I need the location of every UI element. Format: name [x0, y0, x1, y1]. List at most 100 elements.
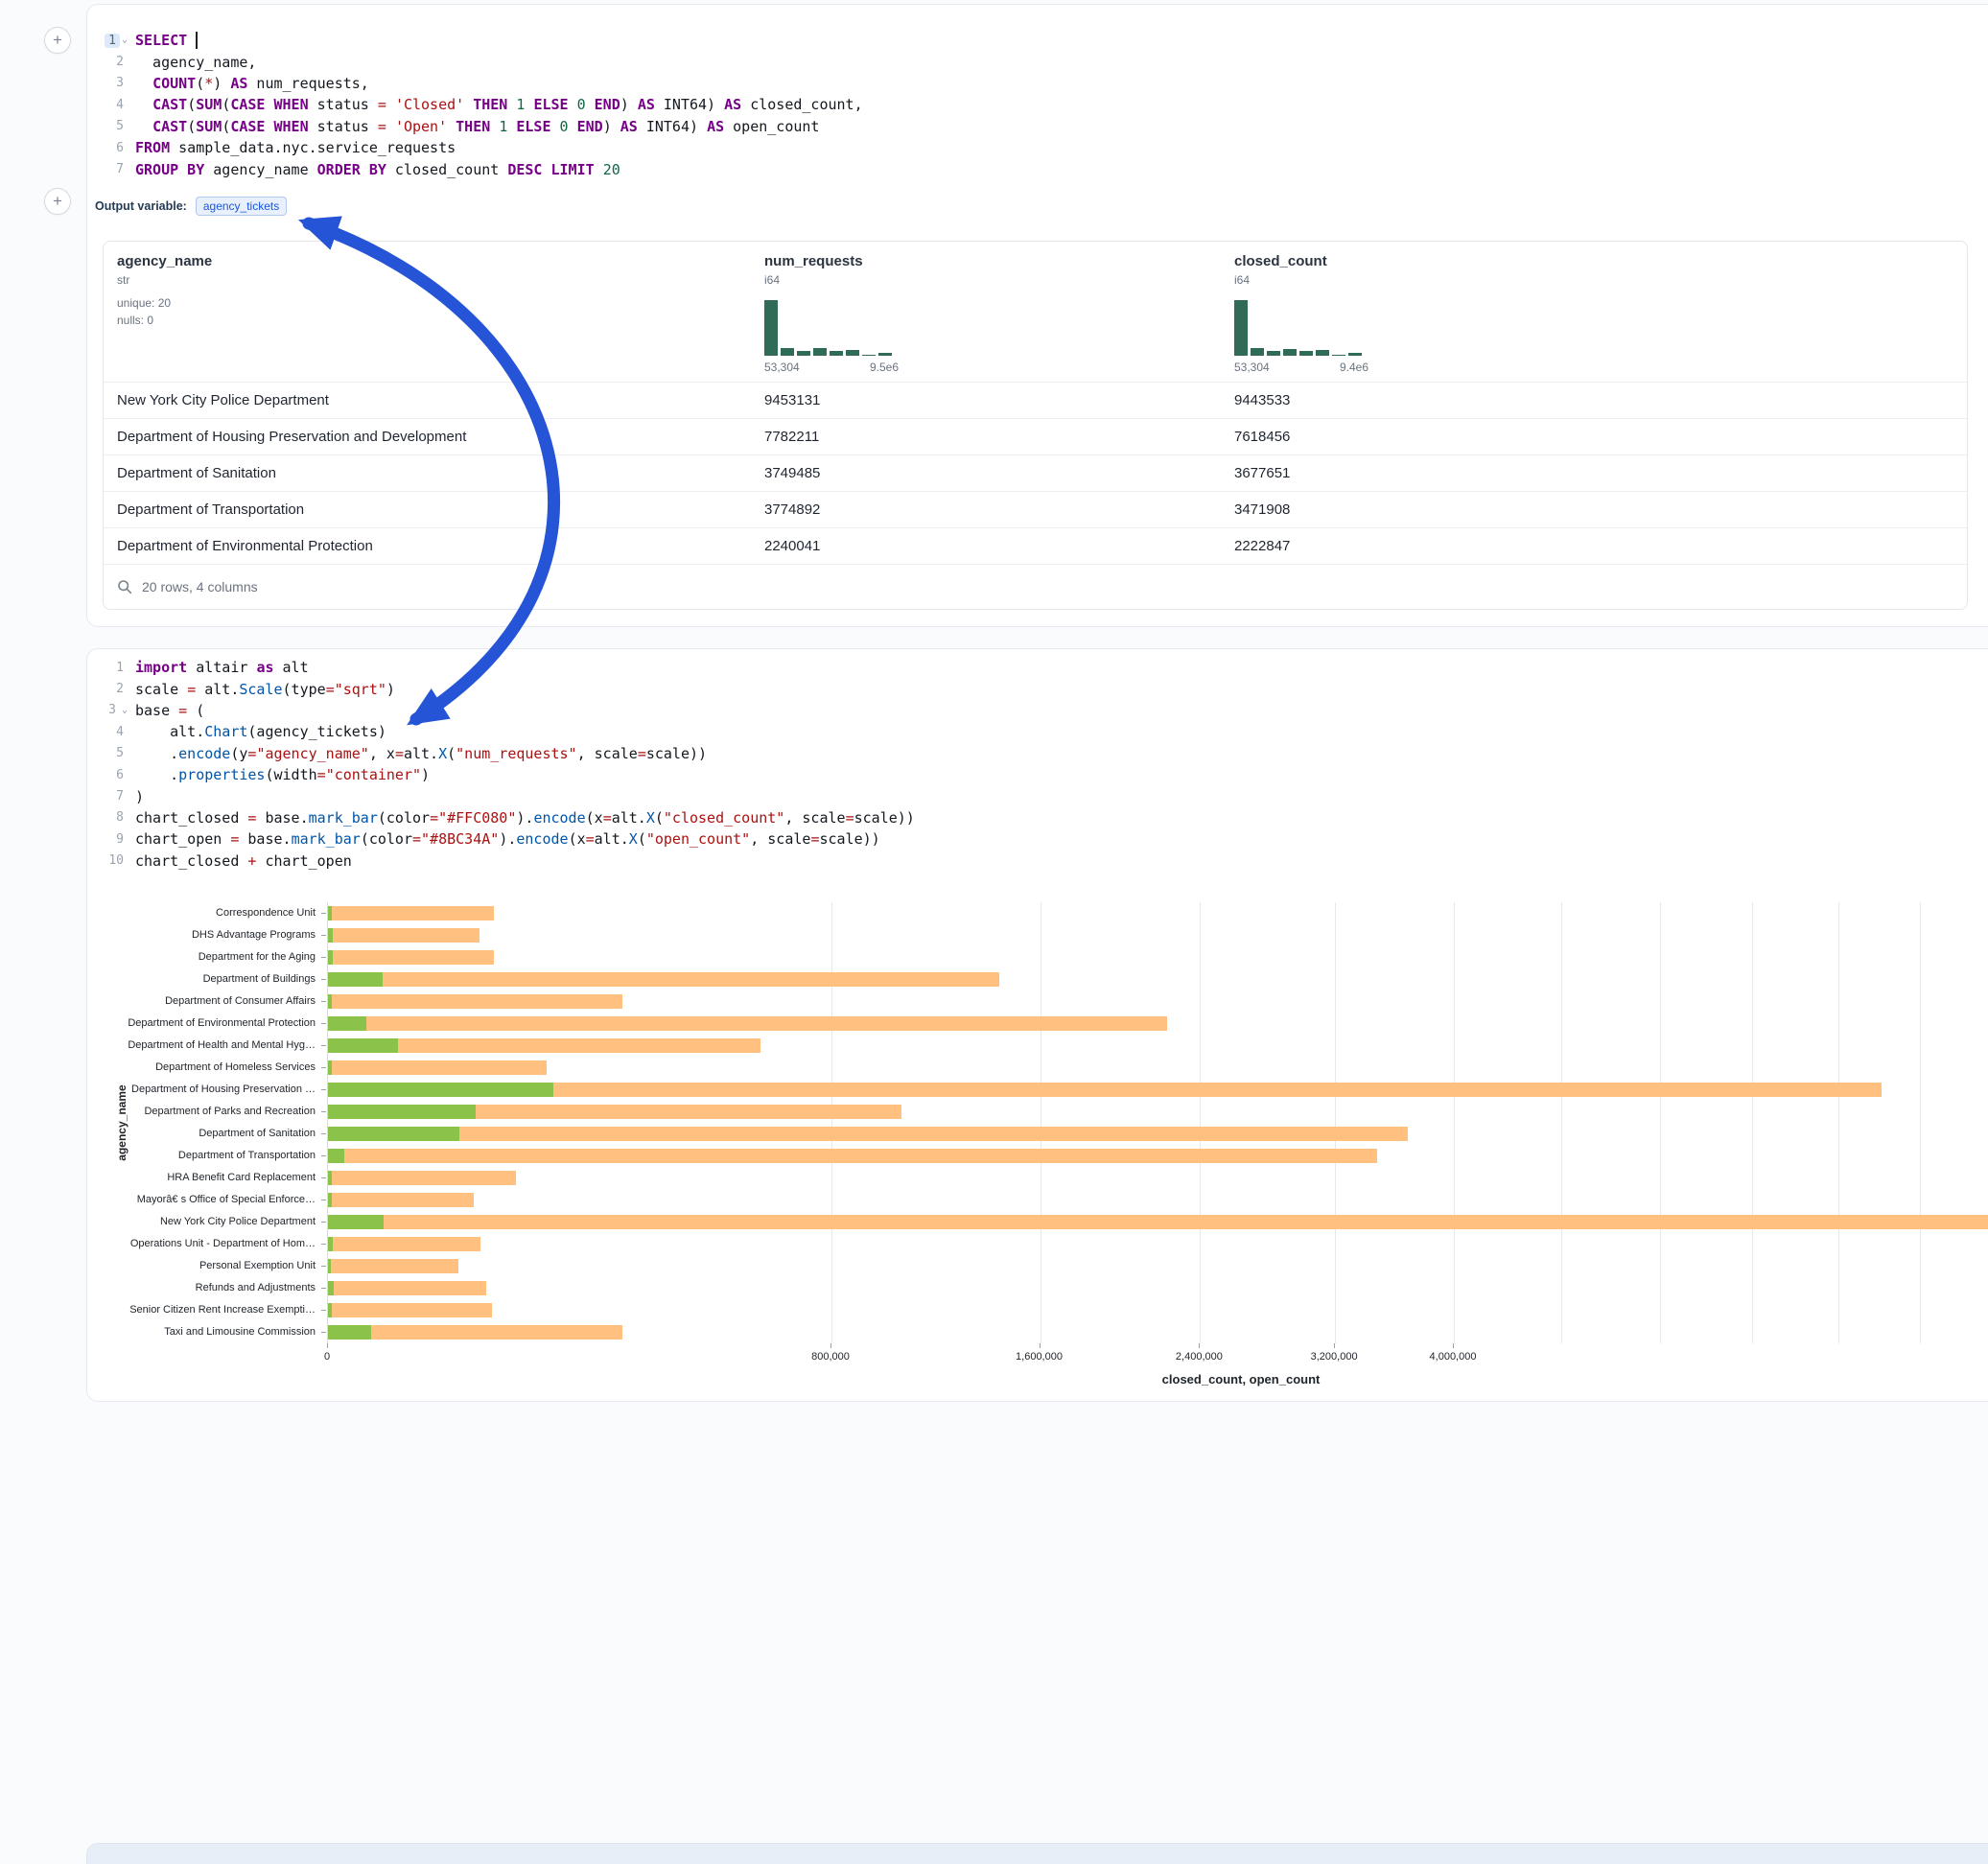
closed-count-bar	[328, 1083, 1882, 1097]
code-line[interactable]: 2scale = alt.Scale(type="sqrt")	[87, 678, 1988, 699]
line-number: 1	[87, 661, 135, 675]
table-row[interactable]: New York City Police Department945313194…	[104, 382, 1967, 418]
code-line[interactable]: 7)	[87, 785, 1988, 806]
code-token: =	[586, 830, 595, 848]
closed-count-bar	[328, 1171, 516, 1185]
code-token: =	[326, 681, 335, 698]
closed-count-bar	[328, 1215, 1988, 1229]
code-text: scale = alt.Scale(type="sqrt")	[135, 681, 395, 698]
code-text: COUNT(*) AS num_requests,	[135, 75, 369, 92]
column-type: str	[117, 273, 737, 287]
python-code-editor[interactable]: 1import altair as alt2scale = alt.Scale(…	[87, 649, 1988, 872]
code-line[interactable]: 4 CAST(SUM(CASE WHEN status = 'Closed' T…	[87, 94, 1988, 115]
column-type: i64	[1234, 273, 1953, 287]
open-count-bar	[328, 994, 332, 1009]
code-line[interactable]: 7GROUP BY agency_name ORDER BY closed_co…	[87, 158, 1988, 179]
y-axis-label: Department of Health and Mental Hyg…	[87, 1035, 316, 1057]
code-token	[542, 161, 550, 178]
code-line[interactable]: 6FROM sample_data.nyc.service_requests	[87, 137, 1988, 158]
search-icon[interactable]	[117, 579, 132, 594]
output-variable-label: Output variable:	[95, 199, 187, 213]
column-name: num_requests	[764, 253, 1207, 269]
table-cell: 7618456	[1221, 429, 1967, 445]
line-number-text: 4	[112, 98, 128, 112]
code-line[interactable]: 5 CAST(SUM(CASE WHEN status = 'Open' THE…	[87, 116, 1988, 137]
table-cell: 3471908	[1221, 501, 1967, 518]
results-table: agency_namestrunique: 20nulls: 0num_requ…	[103, 241, 1968, 610]
code-line[interactable]: 4 alt.Chart(agency_tickets)	[87, 721, 1988, 742]
closed-count-bar	[328, 1060, 547, 1075]
open-count-bar	[328, 1281, 334, 1295]
line-number: 5	[87, 119, 135, 133]
code-token: ELSE	[516, 118, 550, 135]
code-token: base.	[256, 809, 308, 827]
fold-toggle-icon[interactable]: ⌄	[122, 706, 128, 715]
code-token: alt.	[612, 809, 646, 827]
code-token: "#8BC34A"	[421, 830, 499, 848]
code-line[interactable]: 9chart_open = base.mark_bar(color="#8BC3…	[87, 828, 1988, 850]
table-row[interactable]: Department of Sanitation37494853677651	[104, 454, 1967, 491]
table-row[interactable]: Department of Housing Preservation and D…	[104, 418, 1967, 454]
table-row[interactable]: Department of Environmental Protection22…	[104, 527, 1967, 564]
column-header-closed_count[interactable]: closed_counti6453,3049.4e6	[1221, 242, 1967, 382]
y-axis-label: Correspondence Unit	[87, 902, 316, 924]
table-cell: Department of Environmental Protection	[104, 538, 751, 554]
table-cell: 7782211	[751, 429, 1221, 445]
code-token	[135, 96, 152, 113]
table-footer: 20 rows, 4 columns	[104, 564, 1967, 609]
line-number: 7	[87, 789, 135, 804]
code-token	[551, 118, 560, 135]
code-token: *	[204, 75, 213, 92]
closed-count-bar	[328, 1325, 622, 1340]
gridline	[1561, 902, 1562, 1343]
histogram-range: 53,3049.4e6	[1234, 361, 1368, 374]
code-token: 1	[499, 118, 507, 135]
fold-toggle-icon[interactable]: ⌄	[122, 35, 128, 45]
table-cell: 2222847	[1221, 538, 1967, 554]
code-token: SELECT	[135, 32, 187, 49]
code-token: chart_closed	[135, 809, 247, 827]
code-token: alt.	[404, 745, 438, 762]
column-header-num_requests[interactable]: num_requestsi6453,3049.5e6	[751, 242, 1221, 382]
histogram-bar	[1332, 355, 1345, 357]
histogram-bar	[797, 351, 810, 356]
table-cell: 2240041	[751, 538, 1221, 554]
code-line[interactable]: 2 agency_name,	[87, 51, 1988, 72]
code-line[interactable]: 10chart_closed + chart_open	[87, 850, 1988, 872]
table-row[interactable]: Department of Transportation377489234719…	[104, 491, 1967, 527]
code-line[interactable]: 1import altair as alt	[87, 657, 1988, 678]
code-line[interactable]: 3 COUNT(*) AS num_requests,	[87, 73, 1988, 94]
code-line[interactable]: 3⌄base = (	[87, 700, 1988, 721]
line-number: 2	[87, 682, 135, 696]
code-line[interactable]: 5 .encode(y="agency_name", x=alt.X("num_…	[87, 743, 1988, 764]
notebook-canvas: + + 1 ⌄ SELECT 2 agency_name,3 COUNT(*) AS…	[0, 0, 1988, 1864]
code-token: (	[447, 745, 456, 762]
open-count-bar	[328, 1105, 476, 1119]
code-token: encode	[533, 809, 585, 827]
add-cell-button-middle[interactable]: +	[44, 188, 71, 215]
code-line[interactable]: 8chart_closed = base.mark_bar(color="#FF…	[87, 807, 1988, 828]
output-variable-chip[interactable]: agency_tickets	[196, 197, 287, 216]
code-line[interactable]: 6 .properties(width="container")	[87, 764, 1988, 785]
y-axis-label: Senior Citizen Rent Increase Exempti…	[87, 1299, 316, 1321]
code-token: (agency_tickets)	[247, 723, 386, 740]
sql-code-editor[interactable]: 1 ⌄ SELECT 2 agency_name,3 COUNT(*) AS num…	[87, 5, 1988, 180]
table-header: agency_namestrunique: 20nulls: 0num_requ…	[104, 242, 1967, 382]
code-token: =	[430, 809, 438, 827]
y-axis-tick	[321, 1111, 326, 1112]
histogram-bar	[1283, 349, 1297, 356]
code-line[interactable]: 1⌄SELECT	[87, 30, 1988, 51]
x-axis-label: 0	[274, 1351, 380, 1363]
add-cell-button-top[interactable]: +	[44, 27, 71, 54]
next-cell-preview[interactable]	[86, 1843, 1988, 1864]
y-axis-label: Department of Buildings	[87, 968, 316, 990]
code-token: DESC	[507, 161, 542, 178]
code-text: chart_open = base.mark_bar(color="#8BC34…	[135, 830, 880, 848]
y-axis-label: New York City Police Department	[87, 1211, 316, 1233]
column-header-agency_name[interactable]: agency_namestrunique: 20nulls: 0	[104, 242, 751, 382]
code-token: mark_bar	[309, 809, 378, 827]
closed-count-bar	[328, 906, 494, 920]
line-number-text: 10	[105, 853, 128, 868]
code-token: alt	[274, 659, 309, 676]
code-token: ).	[516, 809, 533, 827]
